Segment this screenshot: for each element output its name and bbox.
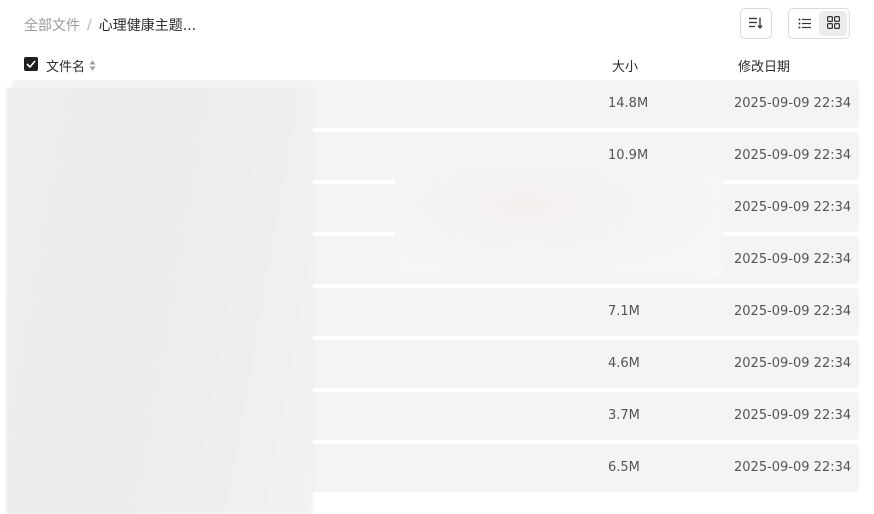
sort-caret-icon[interactable] <box>89 60 96 71</box>
table-header: 文件名 大小 修改日期 <box>0 50 874 78</box>
top-bar: 全部文件 / 心理健康主题... <box>0 0 874 48</box>
view-mode-toggle <box>788 8 850 39</box>
name-column-label: 文件名 <box>46 60 86 75</box>
check-icon <box>26 57 36 72</box>
name-column-header[interactable]: 文件名 <box>46 56 96 75</box>
file-size: 10.9M <box>608 148 649 163</box>
sort-icon <box>749 14 763 33</box>
breadcrumb: 全部文件 / 心理健康主题... <box>24 15 196 35</box>
file-size: 7.1M <box>608 304 640 319</box>
modified-date-column-header[interactable]: 修改日期 <box>738 56 790 75</box>
file-modified-date: 2025-09-09 22:34 <box>734 252 852 267</box>
file-modified-date: 2025-09-09 22:34 <box>734 408 852 423</box>
list-view-icon <box>798 14 812 33</box>
grid-view-button[interactable] <box>819 11 847 36</box>
size-column-header[interactable]: 大小 <box>612 56 638 75</box>
file-size: 3.7M <box>608 408 640 423</box>
breadcrumb-current-folder: 心理健康主题... <box>98 18 197 34</box>
redacted-file-names-overlay <box>6 88 313 514</box>
file-size: 14.8M <box>608 96 649 111</box>
redacted-region-overlay <box>395 174 723 278</box>
file-modified-date: 2025-09-09 22:34 <box>734 304 852 319</box>
list-view-button[interactable] <box>791 11 819 36</box>
file-modified-date: 2025-09-09 22:34 <box>734 148 852 163</box>
file-modified-date: 2025-09-09 22:34 <box>734 200 852 215</box>
grid-view-icon <box>826 14 840 33</box>
file-modified-date: 2025-09-09 22:34 <box>734 460 852 475</box>
file-modified-date: 2025-09-09 22:34 <box>734 356 852 371</box>
breadcrumb-root-link[interactable]: 全部文件 <box>24 15 80 35</box>
file-size: 4.6M <box>608 356 640 371</box>
breadcrumb-separator: / <box>87 17 92 33</box>
file-size: 6.5M <box>608 460 640 475</box>
select-all-checkbox[interactable] <box>24 57 38 71</box>
file-modified-date: 2025-09-09 22:34 <box>734 96 852 111</box>
sort-button[interactable] <box>740 8 772 39</box>
